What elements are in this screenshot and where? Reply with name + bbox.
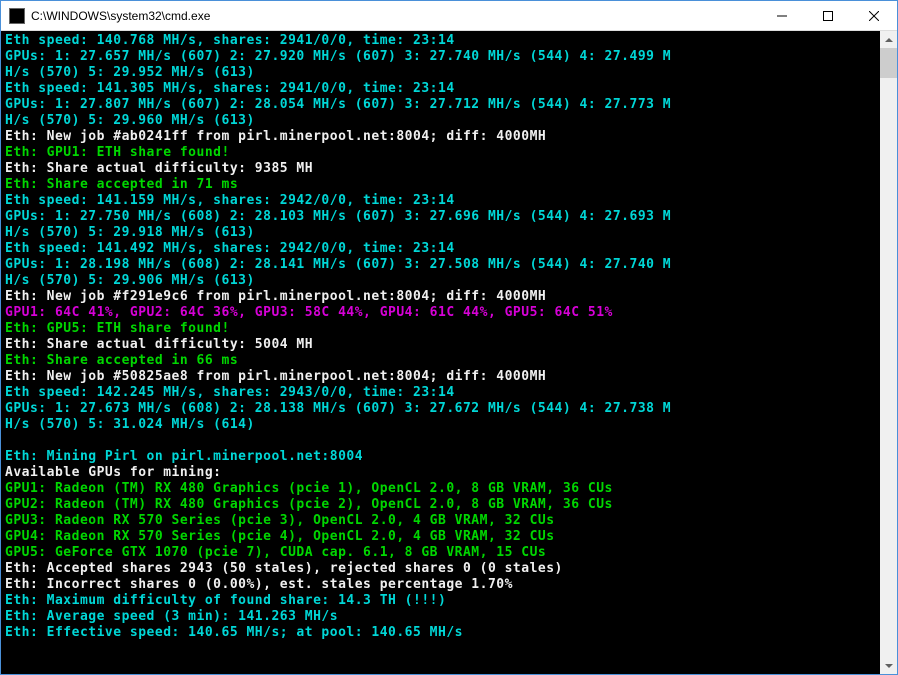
terminal-line: Eth: Effective speed: 140.65 MH/s; at po… (5, 625, 876, 641)
scroll-down-button[interactable] (880, 657, 897, 674)
minimize-button[interactable] (759, 1, 805, 30)
terminal-line: GPUs: 1: 27.673 MH/s (608) 2: 28.138 MH/… (5, 401, 876, 417)
terminal-line: Eth: Share actual difficulty: 9385 MH (5, 161, 876, 177)
terminal-line: Eth speed: 142.245 MH/s, shares: 2943/0/… (5, 385, 876, 401)
terminal-line: GPUs: 1: 27.657 MH/s (607) 2: 27.920 MH/… (5, 49, 876, 65)
titlebar[interactable]: C:\WINDOWS\system32\cmd.exe (1, 1, 897, 31)
close-icon (869, 11, 879, 21)
terminal-line: Eth: Average speed (3 min): 141.263 MH/s (5, 609, 876, 625)
terminal-line: Eth: Share actual difficulty: 5004 MH (5, 337, 876, 353)
scroll-up-button[interactable] (880, 31, 897, 48)
terminal-line: Eth: Mining Pirl on pirl.minerpool.net:8… (5, 449, 876, 465)
terminal-line: Eth: New job #50825ae8 from pirl.minerpo… (5, 369, 876, 385)
terminal-line: Available GPUs for mining: (5, 465, 876, 481)
terminal-line: GPU1: Radeon (TM) RX 480 Graphics (pcie … (5, 481, 876, 497)
terminal-line: GPU1: 64C 41%, GPU2: 64C 36%, GPU3: 58C … (5, 305, 876, 321)
terminal-line: H/s (570) 5: 29.906 MH/s (613) (5, 273, 876, 289)
vertical-scrollbar[interactable] (880, 31, 897, 674)
cmd-window: C:\WINDOWS\system32\cmd.exe Eth speed: 1… (0, 0, 898, 675)
maximize-button[interactable] (805, 1, 851, 30)
chevron-down-icon (885, 664, 893, 668)
chevron-up-icon (885, 38, 893, 42)
terminal-line: H/s (570) 5: 29.960 MH/s (613) (5, 113, 876, 129)
terminal-line: GPU5: GeForce GTX 1070 (pcie 7), CUDA ca… (5, 545, 876, 561)
terminal-line: Eth: Maximum difficulty of found share: … (5, 593, 876, 609)
terminal-line: GPUs: 1: 28.198 MH/s (608) 2: 28.141 MH/… (5, 257, 876, 273)
app-icon (9, 8, 25, 24)
content-area: Eth speed: 140.768 MH/s, shares: 2941/0/… (1, 31, 897, 674)
scrollbar-thumb[interactable] (880, 48, 897, 78)
terminal-line: GPU2: Radeon (TM) RX 480 Graphics (pcie … (5, 497, 876, 513)
terminal-line: Eth: New job #ab0241ff from pirl.minerpo… (5, 129, 876, 145)
terminal-line: Eth: GPU5: ETH share found! (5, 321, 876, 337)
terminal-line: Eth speed: 141.305 MH/s, shares: 2941/0/… (5, 81, 876, 97)
window-title: C:\WINDOWS\system32\cmd.exe (31, 9, 759, 23)
terminal-line: Eth: Incorrect shares 0 (0.00%), est. st… (5, 577, 876, 593)
terminal-line: H/s (570) 5: 31.024 MH/s (614) (5, 417, 876, 433)
terminal-output[interactable]: Eth speed: 140.768 MH/s, shares: 2941/0/… (1, 31, 880, 674)
terminal-line: Eth: Share accepted in 66 ms (5, 353, 876, 369)
window-controls (759, 1, 897, 30)
terminal-line: Eth: GPU1: ETH share found! (5, 145, 876, 161)
terminal-line: Eth: Share accepted in 71 ms (5, 177, 876, 193)
maximize-icon (823, 11, 833, 21)
terminal-line (5, 433, 876, 449)
minimize-icon (777, 11, 787, 21)
terminal-line: Eth: New job #f291e9c6 from pirl.minerpo… (5, 289, 876, 305)
terminal-line: GPU3: Radeon RX 570 Series (pcie 3), Ope… (5, 513, 876, 529)
terminal-line: GPUs: 1: 27.807 MH/s (607) 2: 28.054 MH/… (5, 97, 876, 113)
terminal-line: H/s (570) 5: 29.918 MH/s (613) (5, 225, 876, 241)
terminal-line: Eth speed: 141.492 MH/s, shares: 2942/0/… (5, 241, 876, 257)
terminal-line: H/s (570) 5: 29.952 MH/s (613) (5, 65, 876, 81)
terminal-line: Eth: Accepted shares 2943 (50 stales), r… (5, 561, 876, 577)
terminal-line: Eth speed: 141.159 MH/s, shares: 2942/0/… (5, 193, 876, 209)
close-button[interactable] (851, 1, 897, 30)
terminal-line: GPU4: Radeon RX 570 Series (pcie 4), Ope… (5, 529, 876, 545)
terminal-line: Eth speed: 140.768 MH/s, shares: 2941/0/… (5, 33, 876, 49)
terminal-line: GPUs: 1: 27.750 MH/s (608) 2: 28.103 MH/… (5, 209, 876, 225)
scrollbar-track[interactable] (880, 48, 897, 657)
